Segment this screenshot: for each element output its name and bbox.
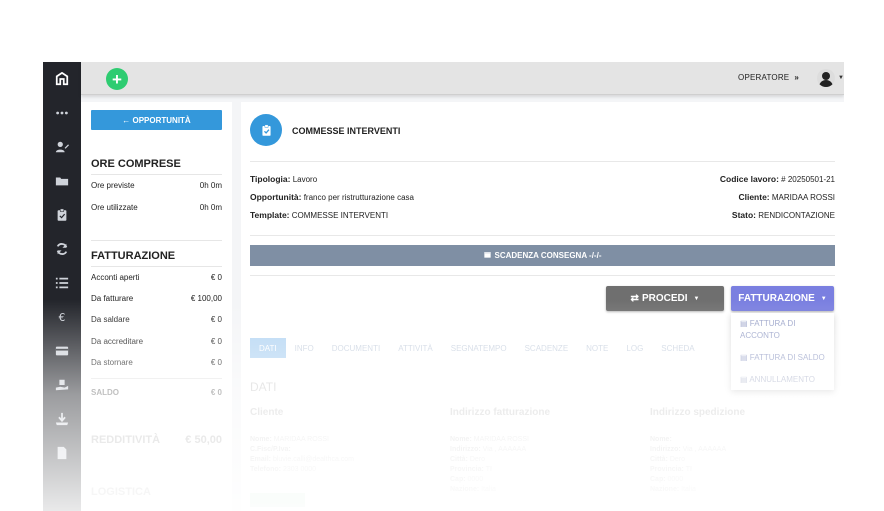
more-icon[interactable] [52,103,72,123]
job-detail: COMMESSE INTERVENTI Tipologia: Lavoro Op… [241,102,844,511]
hours-row: Ore utilizzate 0h 0m [91,203,222,212]
caret-down-icon: ▼ [820,295,827,302]
file-icon: ▤ [740,319,750,328]
exchange-icon: ⇄ [630,293,639,304]
clipboard-check-icon[interactable] [52,205,72,225]
billing-row: Da saldare € 0 [91,315,222,324]
top-bar: + OPERATORE » ▼ [81,62,844,95]
job-template: Template: COMMESSE INTERVENTI [250,210,389,220]
hand-holding-icon[interactable] [52,375,72,395]
credit-card-icon[interactable] [52,341,72,361]
hours-row: Ore previste 0h 0m [91,181,222,190]
job-client: Cliente: MARIDAA ROSSI [738,192,835,202]
billing-row: Da fatturare € 100,00 [91,294,222,303]
billing-row: Da accreditare € 0 [91,337,222,346]
plus-icon: + [112,69,122,89]
tab-documenti[interactable]: DOCUMENTI [323,338,389,358]
shipping-address-title: Indirizzo spedizione [650,407,746,418]
menu-item-balance-invoice[interactable]: ▤ FATTURA DI SALDO [740,352,825,364]
billing-title: FATTURAZIONE [91,250,176,262]
logo-icon[interactable] [52,69,72,89]
avatar[interactable] [817,69,835,87]
balance-row: SALDO € 0 [91,388,222,397]
file-icon: ▤ [740,353,750,362]
logistics-title: LOGISTICA [91,486,151,498]
billing-dropdown-button[interactable]: FATTURAZIONE ▼ [731,286,834,311]
billing-dropdown-menu: ▤ FATTURA DI ACCONTO ▤ FATTURA DI SALDO … [731,313,834,390]
job-type: Tipologia: Lavoro [250,174,318,184]
menu-item-cancellation[interactable]: ▤ ANNULLAMENTO [740,374,815,386]
edit-button[interactable] [250,493,305,507]
hours-title: ORE COMPRESE [91,158,181,170]
caret-down-icon[interactable]: ▼ [838,75,844,81]
tab-scheda[interactable]: SCHEDA [652,338,703,358]
operator-menu[interactable]: OPERATORE » [738,73,799,82]
tab-bar: DATI INFO DOCUMENTI ATTIVITÀ SEGNATEMPO … [250,338,704,358]
billing-address-title: Indirizzo fatturazione [450,407,550,418]
profit-row: REDDITIVITÀ € 50,00 [91,434,222,446]
deadline-bar: SCADENZA CONSEGNA -/-/- [250,245,835,266]
operator-label: OPERATORE [738,73,790,82]
tab-segnatempo[interactable]: SEGNATEMPO [442,338,516,358]
billing-row: Da stornare € 0 [91,358,222,367]
job-status: Stato: RENDICONTAZIONE [731,210,835,220]
billing-address-details: Nome: MARIDAA ROSSI Indirizzo: Via , AAA… [450,436,529,493]
calendar-icon [483,251,491,260]
tab-scadenze[interactable]: SCADENZE [516,338,578,358]
user-edit-icon[interactable] [52,137,72,157]
tab-note[interactable]: NOTE [577,338,617,358]
client-column-title: Cliente [250,407,284,418]
list-icon[interactable] [52,273,72,293]
download-icon[interactable] [52,409,72,429]
add-button[interactable]: + [106,68,128,90]
icon-rail: € [43,62,81,511]
euro-icon[interactable]: € [52,307,72,327]
tab-info[interactable]: INFO [286,338,323,358]
file-icon: ▤ [740,375,750,384]
app-window: € + OPERATORE » ▼ ← OPPORTUNITÀ ORE COMPR… [43,62,844,511]
job-opportunity: Opportunità: franco per ristrutturazione… [250,192,414,202]
shipping-address-details: Nome: Indirizzo: Via , AAAAAA Città: Der… [650,436,727,493]
svg-text:€: € [59,312,66,324]
job-code: Codice lavoro: # 20250501-21 [719,174,835,184]
section-title: DATI [250,380,277,394]
sync-icon[interactable] [52,239,72,259]
clipboard-check-icon [250,114,282,146]
caret-down-icon: ▼ [693,295,700,302]
double-chevron-icon: » [794,73,799,82]
billing-row: Acconti aperti € 0 [91,273,222,282]
tab-attivita[interactable]: ATTIVITÀ [389,338,442,358]
document-icon[interactable] [52,443,72,463]
proceed-button[interactable]: ⇄ PROCEDI ▼ [606,286,724,311]
job-title: COMMESSE INTERVENTI [292,126,401,136]
back-to-opportunity-button[interactable]: ← OPPORTUNITÀ [91,110,222,130]
folder-icon[interactable] [52,171,72,191]
tab-log[interactable]: LOG [617,338,652,358]
menu-item-down-payment-invoice[interactable]: ▤ FATTURA DI ACCONTO [740,318,820,342]
client-details: Nome: MARIDAA ROSSI C.Fisc/P.Iva: Email:… [250,436,355,473]
summary-panel: ← OPPORTUNITÀ ORE COMPRESE Ore previste 0… [81,102,232,511]
tab-dati[interactable]: DATI [250,338,286,358]
